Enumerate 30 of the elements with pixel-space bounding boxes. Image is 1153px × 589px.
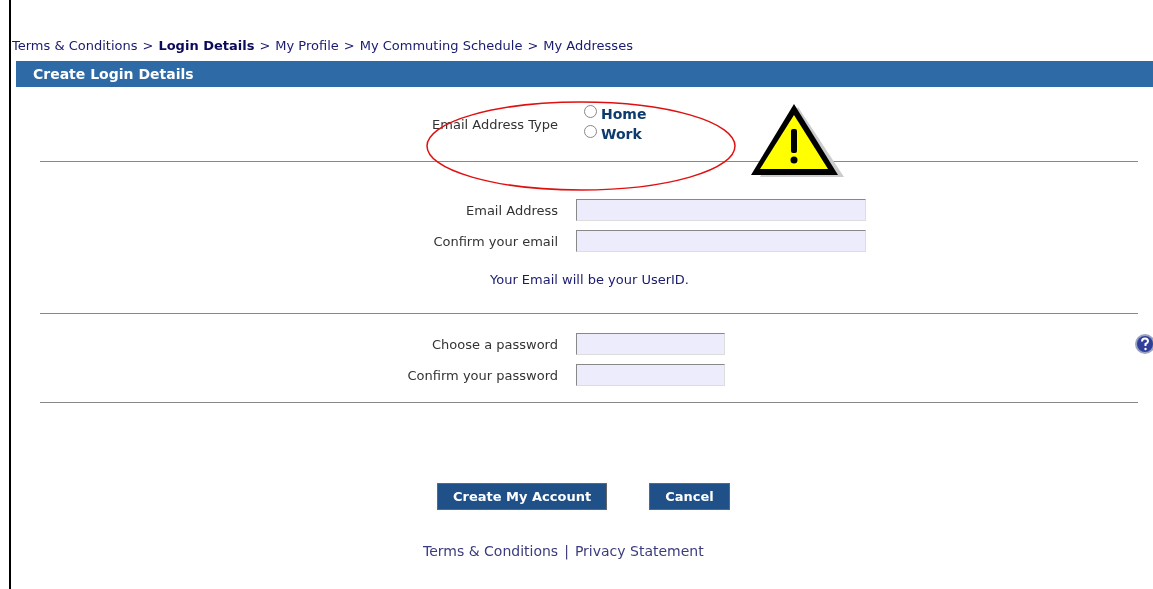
footer-link[interactable]: Terms & Conditions	[423, 543, 559, 559]
breadcrumb-link[interactable]: My Commuting Schedule	[359, 37, 523, 53]
breadcrumb-separator: >	[259, 37, 271, 53]
input-field[interactable]	[576, 333, 725, 355]
breadcrumb-link[interactable]: Login Details	[158, 37, 255, 53]
breadcrumb-link[interactable]: My Addresses	[543, 37, 633, 53]
section-header: Create Login Details	[16, 61, 1153, 87]
footer-link[interactable]: Privacy Statement	[574, 543, 704, 559]
radio-button[interactable]	[584, 104, 597, 118]
breadcrumb-link[interactable]: My Profile	[275, 37, 339, 53]
field-label: Confirm your email	[432, 233, 559, 249]
radio-option[interactable]: Work	[584, 126, 647, 142]
breadcrumb-link[interactable]: Terms & Conditions	[12, 37, 138, 53]
action-button[interactable]: Create My Account	[437, 483, 608, 510]
breadcrumb-separator: >	[343, 37, 355, 53]
action-button[interactable]: Cancel	[649, 483, 730, 510]
help-icon[interactable]	[1134, 333, 1153, 355]
input-field[interactable]	[576, 230, 866, 252]
field-label: Confirm your password	[406, 367, 559, 383]
radio-button[interactable]	[584, 124, 597, 138]
breadcrumb-separator: >	[142, 37, 154, 53]
footer-separator: |	[564, 543, 569, 559]
input-field[interactable]	[576, 199, 866, 221]
input-field[interactable]	[576, 364, 725, 386]
field-label: Email Address	[465, 202, 559, 218]
warning-icon	[750, 103, 846, 179]
breadcrumb-separator: >	[527, 37, 539, 53]
field-label: Choose a password	[431, 336, 559, 352]
info-text: Your Email will be your UserID.	[488, 271, 690, 289]
radio-option[interactable]: Home	[584, 106, 647, 122]
